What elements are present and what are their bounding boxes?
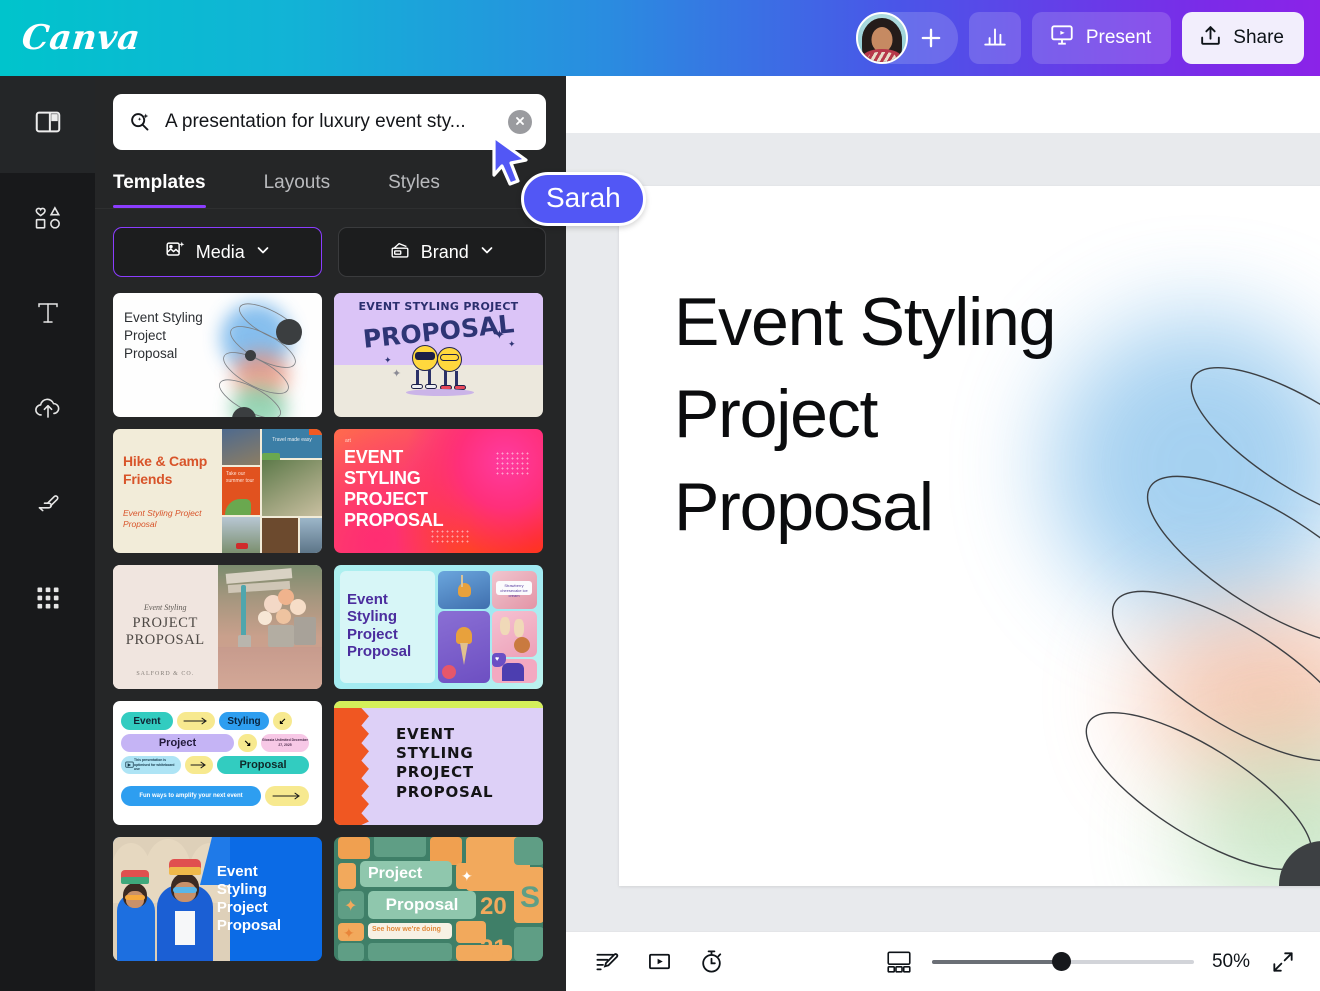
share-label: Share: [1233, 27, 1284, 48]
template-caption: Strawberry cheesecake ice cream: [500, 583, 528, 598]
bottom-toolbar: 50%: [566, 931, 1320, 991]
timer-icon[interactable]: [696, 947, 726, 977]
template-caption: Take our summer tour: [226, 471, 255, 485]
media-filter-label: Media: [195, 241, 245, 262]
timeline-play-icon[interactable]: [644, 947, 674, 977]
plus-icon[interactable]: [916, 23, 946, 53]
template-title: PROJECT PROPOSAL: [125, 615, 205, 649]
slide-canvas[interactable]: Event Styling Project Proposal: [619, 186, 1320, 886]
avatar[interactable]: [855, 12, 908, 64]
template-caption: Travel made easy: [272, 437, 312, 443]
image-sparkle-icon: [164, 239, 186, 266]
present-button[interactable]: Present: [1031, 12, 1172, 64]
template-note: Glossia Unlimited December 27, 2025: [262, 738, 308, 747]
template-title: EVENT STYLING PROJECT PROPOSAL: [396, 725, 494, 801]
template-card[interactable]: Hike & Camp Friends Event Styling Projec…: [113, 429, 322, 553]
template-pill: Fun ways to amplify your next event: [121, 786, 261, 806]
slide-title: Event Styling Project Proposal: [674, 284, 1056, 545]
upload-share-icon: [1198, 23, 1223, 54]
template-label: Project: [360, 861, 452, 887]
media-filter-button[interactable]: Media: [113, 227, 322, 277]
template-card[interactable]: EVENT STYLING PROJECT PROPOSAL: [334, 701, 543, 825]
grid-apps-icon: [34, 584, 62, 617]
tab-templates[interactable]: Templates: [113, 172, 206, 208]
left-rail: [0, 76, 95, 991]
template-title: EVENT STYLING PROJECT PROPOSAL: [344, 447, 444, 530]
bottom-left-tools: [592, 947, 726, 977]
present-screen-icon: [1049, 22, 1075, 54]
brand-card-icon: [389, 239, 411, 266]
tab-styles[interactable]: Styles: [388, 172, 440, 208]
chevron-down-icon: [255, 242, 271, 263]
template-card[interactable]: Event Styling Project Proposal Strawberr…: [334, 565, 543, 689]
side-panel: Templates Layouts Styles Media: [95, 76, 566, 991]
avatar-group[interactable]: [855, 12, 958, 64]
brand-filter-label: Brand: [420, 241, 469, 262]
template-pill: Event: [121, 712, 173, 730]
rail-item-draw[interactable]: [0, 458, 95, 553]
template-kicker: art: [345, 438, 351, 444]
template-eyebrow: Event Styling: [144, 603, 187, 612]
clear-search-button[interactable]: [508, 110, 532, 134]
grid-view-icon[interactable]: [884, 947, 914, 977]
template-title: Event Styling Project Proposal: [216, 863, 282, 934]
template-pill: Project: [121, 734, 234, 752]
rail-item-elements[interactable]: [0, 173, 95, 268]
search-box[interactable]: [113, 94, 546, 150]
template-card[interactable]: Project ✦ Proposal ✦ 20 S See how we're …: [334, 837, 543, 961]
canvas-area: Event Styling Project Proposal 50%: [566, 76, 1320, 991]
canva-logo[interactable]: Canva: [20, 18, 142, 58]
template-title: Hike & Camp Friends: [123, 453, 208, 487]
template-card[interactable]: Event Styling PROJECT PROPOSAL SALFORD &…: [113, 565, 322, 689]
template-pill: Styling: [219, 712, 269, 730]
bar-chart-icon: [982, 24, 1008, 53]
template-caption: See how we're doing: [372, 926, 441, 933]
clear-x-icon: [514, 115, 526, 130]
search-input[interactable]: [165, 111, 508, 133]
rail-item-design[interactable]: [0, 76, 95, 173]
rail-item-apps[interactable]: [0, 553, 95, 648]
chevron-down-icon: [479, 242, 495, 263]
template-title: Event Styling Project Proposal: [347, 591, 412, 661]
template-card[interactable]: EVENT STYLING PROJECT PROPOSAL ✦ ✦ ✦ ✦: [334, 293, 543, 417]
top-bar: Canva Present Share: [0, 0, 1320, 76]
template-title: Event Styling Project Proposal: [124, 310, 203, 362]
zoom-level: 50%: [1211, 950, 1250, 972]
template-card[interactable]: art EVENT STYLING PROJECT PROPOSAL: [334, 429, 543, 553]
template-grid: Event Styling Project Proposal EVENT STY…: [95, 277, 566, 961]
shapes-icon: [31, 201, 65, 240]
rail-item-uploads[interactable]: [0, 363, 95, 458]
top-bar-actions: Present Share: [855, 12, 1320, 64]
tab-layouts[interactable]: Layouts: [264, 172, 331, 208]
template-subtitle: Event Styling Project Proposal: [123, 508, 202, 530]
canva-editor: Canva Present Share A presentation for l…: [0, 0, 1320, 991]
text-T-icon: [32, 297, 64, 334]
magic-search-icon: [127, 109, 153, 135]
layout-panel-icon: [33, 107, 63, 142]
pen-draw-icon: [31, 486, 65, 525]
rail-item-text[interactable]: [0, 268, 95, 363]
template-label: Proposal: [368, 891, 476, 919]
zoom-slider[interactable]: [931, 952, 1194, 972]
zoom-slider-handle[interactable]: [1052, 952, 1072, 971]
template-footer: SALFORD & CO.: [136, 671, 195, 677]
template-card[interactable]: Event Styling Project Proposal: [113, 293, 322, 417]
share-button[interactable]: Share: [1182, 12, 1304, 64]
brand-filter-button[interactable]: Brand: [337, 227, 546, 277]
expand-fullscreen-icon[interactable]: [1268, 947, 1298, 977]
present-label: Present: [1085, 27, 1152, 48]
template-card[interactable]: Event Styling ↙ Project ↘ Glossia Unlimi…: [113, 701, 322, 825]
notes-icon[interactable]: [592, 947, 622, 977]
template-pill: Proposal: [217, 756, 309, 774]
bottom-right-tools: 50%: [884, 947, 1298, 977]
cloud-upload-icon: [31, 391, 65, 430]
collaborator-name-tag: Sarah: [521, 172, 646, 226]
chart-button[interactable]: [968, 12, 1021, 64]
template-card[interactable]: Event Styling Project Proposal: [113, 837, 322, 961]
pointer-cursor-icon: [488, 134, 532, 195]
panel-filters: Media Brand: [95, 209, 566, 277]
